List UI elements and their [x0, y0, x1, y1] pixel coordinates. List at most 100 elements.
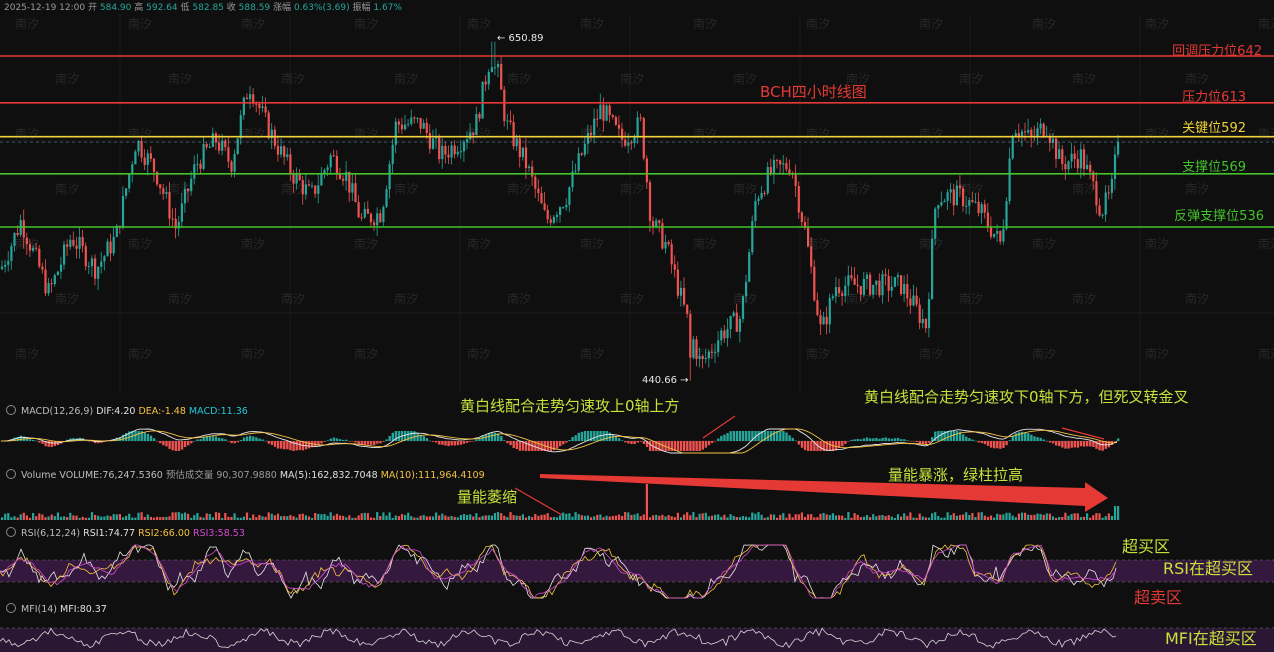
overbought-label: 超买区 — [1122, 537, 1171, 556]
volume-bar — [729, 514, 732, 520]
macd-bar — [791, 437, 794, 441]
macd-bar — [859, 439, 863, 441]
candle-body — [952, 189, 955, 206]
macd-bar — [332, 437, 336, 441]
candle-body — [611, 115, 614, 118]
volume-bar — [968, 514, 971, 520]
candle-body — [1107, 192, 1110, 194]
candle-body — [819, 315, 822, 325]
candle-body — [332, 155, 335, 157]
candle-body — [227, 147, 230, 162]
candle-body — [621, 128, 624, 140]
volume-bar — [121, 517, 125, 520]
macd-bar — [258, 438, 261, 441]
volume-bar — [859, 517, 862, 520]
volume-bar — [1048, 513, 1051, 520]
macd-bar — [444, 441, 447, 446]
volume-bar — [174, 512, 177, 520]
candle-body — [447, 154, 450, 158]
volume-bar — [751, 512, 754, 520]
volume-bar — [348, 515, 351, 520]
volume-bar — [906, 515, 909, 520]
candle-body — [87, 266, 90, 268]
candle-body — [456, 151, 459, 155]
level-label-613: 压力位613 — [1182, 90, 1246, 105]
candle-body — [394, 121, 397, 145]
macd-bar — [168, 441, 171, 449]
volume-bar — [565, 513, 568, 520]
volume-bar — [509, 512, 512, 520]
candle-body — [810, 246, 813, 267]
volume-bar — [1045, 513, 1048, 520]
volume-bar — [645, 484, 648, 520]
volume-bar — [828, 515, 831, 520]
candle-body — [983, 204, 986, 213]
candle-body — [707, 351, 710, 359]
volume-bar — [831, 513, 834, 520]
candle-body — [72, 239, 75, 246]
macd-bar — [19, 435, 22, 441]
bell-icon[interactable] — [6, 405, 16, 415]
macd-bar — [698, 441, 701, 451]
volume-bar — [596, 514, 599, 520]
macd-bar — [621, 440, 624, 441]
candle-body — [78, 237, 81, 249]
candle-body — [314, 185, 317, 194]
volume-bar — [1067, 515, 1070, 520]
candle-body — [577, 153, 580, 171]
macd-bar — [1086, 441, 1089, 447]
volume-bar — [41, 514, 44, 520]
volume-bar — [475, 513, 478, 520]
candle-body — [965, 205, 968, 207]
volume-bar — [655, 514, 658, 520]
candle-body — [94, 258, 97, 279]
candle-body — [1024, 131, 1027, 133]
volume-bar — [639, 516, 642, 520]
volume-bar — [205, 513, 208, 520]
volume-bar — [1095, 513, 1098, 520]
candle-body — [977, 201, 980, 214]
macd-bar — [794, 440, 797, 442]
macd-bar — [379, 441, 382, 444]
candle-body — [35, 247, 38, 249]
volume-bar — [896, 514, 900, 520]
volume-bar — [515, 515, 518, 520]
macd-bar — [847, 441, 850, 442]
candle-body — [360, 217, 363, 219]
volume-bar — [311, 517, 314, 520]
bell-icon[interactable] — [6, 469, 16, 479]
macd-bar — [571, 437, 574, 441]
volume-bar — [490, 515, 493, 520]
volume-bar — [1076, 513, 1079, 520]
macd-bar — [208, 436, 212, 441]
candle-body — [487, 72, 490, 85]
volume-bar — [735, 517, 738, 520]
candle-body — [834, 287, 838, 297]
volume-bar — [267, 512, 270, 520]
macd-bar — [903, 439, 906, 441]
candle-body — [218, 142, 221, 151]
bell-icon[interactable] — [6, 603, 16, 613]
macd-bar — [850, 439, 853, 441]
macd-bar — [373, 441, 376, 445]
rsi-2: RSI2:66.00 — [138, 528, 190, 539]
volume-bar — [838, 515, 841, 520]
volume-bar — [1, 517, 4, 520]
candle-body — [75, 245, 78, 249]
volume-bar — [255, 517, 258, 520]
volume-bar — [1024, 512, 1027, 520]
volume-bar — [382, 512, 385, 520]
macd-bar — [323, 441, 326, 442]
volume-bar — [338, 515, 342, 520]
volume-bar — [974, 517, 977, 520]
volume-bar — [84, 517, 87, 520]
candle-body — [1011, 136, 1014, 159]
candle-body — [872, 284, 875, 295]
macd-bar — [720, 435, 723, 441]
bell-icon[interactable] — [6, 527, 16, 537]
high-price-mark: ← 650.89 — [497, 33, 544, 44]
macd-bar — [624, 441, 627, 443]
macd-bar — [639, 441, 642, 442]
macd-bar — [335, 438, 339, 441]
candle-body — [624, 139, 627, 146]
